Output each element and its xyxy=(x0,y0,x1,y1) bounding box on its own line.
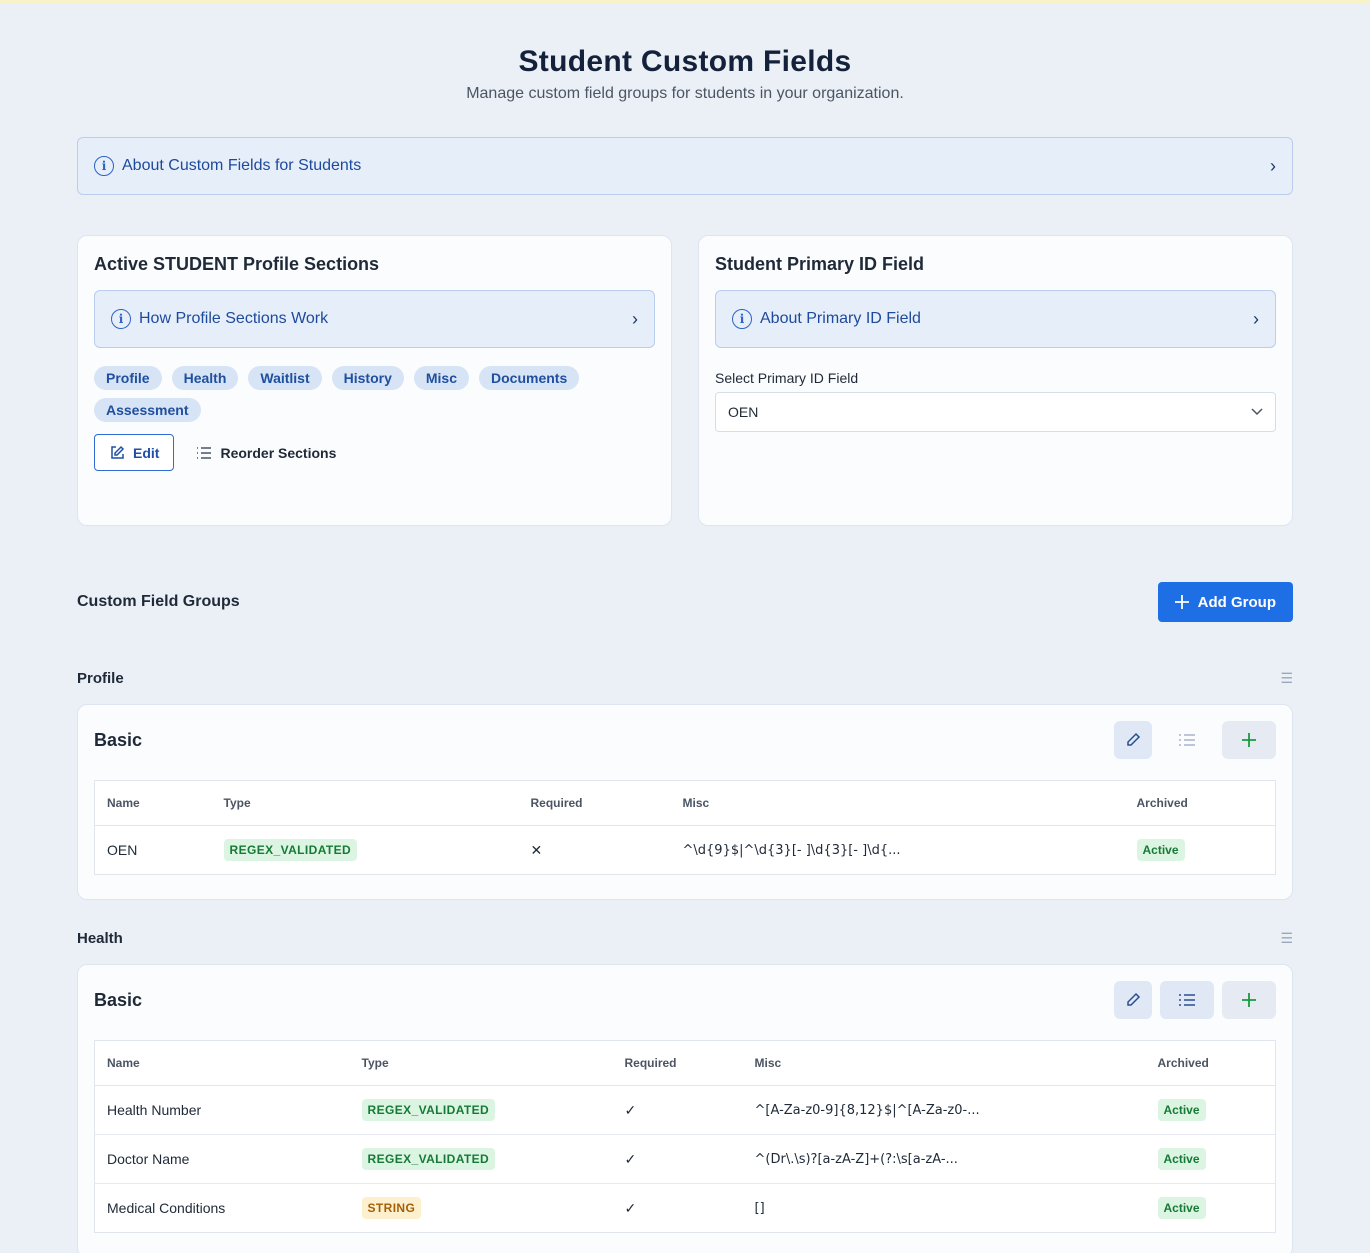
table-row[interactable]: Health Number REGEX_VALIDATED ✓ ^[A-Za-z… xyxy=(94,1085,1276,1135)
group-card-health-basic: Basic Name Type Required Misc Archived H… xyxy=(77,964,1293,1253)
section-pill-assessment[interactable]: Assessment xyxy=(94,398,201,422)
plus-icon xyxy=(1174,595,1189,609)
profile-sections-card: Active STUDENT Profile Sections i How Pr… xyxy=(77,235,672,526)
section-pill-waitlist[interactable]: Waitlist xyxy=(248,366,322,390)
add-field-button[interactable] xyxy=(1222,981,1276,1019)
status-badge: Active xyxy=(1157,1148,1206,1170)
profile-sections-title: Active STUDENT Profile Sections xyxy=(94,254,380,274)
about-custom-fields-bar[interactable]: i About Custom Fields for Students › xyxy=(77,137,1293,195)
edit-sections-button[interactable]: Edit xyxy=(94,434,175,471)
primary-id-select[interactable]: OEN xyxy=(715,392,1276,432)
required-cell: ✕ xyxy=(530,841,543,858)
edit-label: Edit xyxy=(133,444,160,461)
page-subtitle: Manage custom field groups for students … xyxy=(466,85,904,102)
pencil-icon xyxy=(1127,732,1141,746)
field-name: Health Number xyxy=(94,1085,350,1135)
required-cell: ✓ xyxy=(612,1134,743,1184)
group-card-profile-basic: Basic Name Type Required Misc Archived O… xyxy=(77,704,1293,900)
primary-id-select-label: Select Primary ID Field xyxy=(715,370,859,386)
fields-table: Name Type Required Misc Archived Health … xyxy=(94,1040,1276,1233)
group-name: Basic xyxy=(94,989,143,1010)
type-badge: REGEX_VALIDATED xyxy=(361,1099,496,1121)
type-badge: REGEX_VALIDATED xyxy=(223,839,358,861)
col-misc: Misc xyxy=(670,780,1125,826)
col-name: Name xyxy=(94,780,212,826)
pencil-icon xyxy=(1127,992,1141,1006)
plus-icon xyxy=(1242,993,1256,1007)
edit-group-button[interactable] xyxy=(1114,721,1152,759)
about-custom-fields-label: About Custom Fields for Students xyxy=(122,157,362,174)
field-name: Medical Conditions xyxy=(107,1200,226,1216)
chevron-down-icon xyxy=(1251,408,1263,416)
list-icon xyxy=(1179,734,1195,746)
fields-table: Name Type Required Misc Archived OEN REG… xyxy=(94,780,1276,875)
info-icon: i xyxy=(732,309,752,329)
misc-cell: ^\d{9}$|^\d{3}[- ]\d{3}[- ]\d{... xyxy=(682,842,901,858)
custom-field-groups-title: Custom Field Groups xyxy=(77,593,240,610)
chevron-right-icon: › xyxy=(632,308,638,329)
how-profile-sections-label: How Profile Sections Work xyxy=(139,310,329,327)
type-badge: STRING xyxy=(361,1197,422,1219)
col-required: Required xyxy=(518,780,671,826)
required-cell: ✓ xyxy=(624,1199,637,1216)
table-row[interactable]: Medical Conditions STRING ✓ [] Active xyxy=(95,1184,1276,1233)
col-required: Required xyxy=(612,1040,743,1086)
col-misc: Misc xyxy=(742,1040,1146,1086)
page-title: Student Custom Fields xyxy=(518,45,852,78)
status-badge: Active xyxy=(1136,839,1185,861)
primary-id-card: Student Primary ID Field i About Primary… xyxy=(698,235,1293,526)
primary-id-selected-value: OEN xyxy=(728,404,759,420)
reorder-groups-icon[interactable]: ☰ xyxy=(1280,670,1293,687)
reorder-sections-button[interactable]: Reorder Sections xyxy=(196,445,336,461)
list-icon xyxy=(1179,994,1195,1006)
about-primary-id-bar[interactable]: i About Primary ID Field › xyxy=(715,290,1276,348)
misc-cell: [] xyxy=(754,1200,765,1216)
reorder-fields-button[interactable] xyxy=(1160,721,1214,759)
edit-icon xyxy=(111,445,125,459)
table-row[interactable]: Doctor Name REGEX_VALIDATED ✓ ^(Dr\.\s)?… xyxy=(94,1134,1276,1184)
col-type: Type xyxy=(349,1040,613,1086)
reorder-label: Reorder Sections xyxy=(220,444,337,461)
section-pill-history[interactable]: History xyxy=(331,366,404,390)
list-icon xyxy=(197,446,212,459)
section-pill-misc[interactable]: Misc xyxy=(413,366,469,390)
col-archived: Archived xyxy=(1124,780,1276,826)
required-cell: ✓ xyxy=(612,1085,743,1135)
section-pill-documents[interactable]: Documents xyxy=(479,366,580,390)
info-icon: i xyxy=(111,309,131,329)
group-name: Basic xyxy=(94,729,143,750)
chevron-right-icon: › xyxy=(1270,155,1276,176)
status-badge: Active xyxy=(1157,1099,1206,1121)
status-badge: Active xyxy=(1157,1197,1206,1219)
col-type: Type xyxy=(211,780,519,826)
section-title-health: Health xyxy=(77,930,123,947)
add-group-label: Add Group xyxy=(1197,593,1276,611)
field-name: OEN xyxy=(107,842,138,858)
edit-group-button[interactable] xyxy=(1114,981,1152,1019)
type-badge: REGEX_VALIDATED xyxy=(361,1148,496,1170)
col-name: Name xyxy=(94,1040,350,1086)
page: Student Custom Fields Manage custom fiel… xyxy=(77,3,1293,1253)
reorder-groups-icon[interactable]: ☰ xyxy=(1280,930,1293,947)
primary-id-title: Student Primary ID Field xyxy=(715,254,925,274)
how-profile-sections-work-bar[interactable]: i How Profile Sections Work › xyxy=(94,290,655,348)
section-title-profile: Profile xyxy=(77,670,124,687)
reorder-fields-button[interactable] xyxy=(1160,981,1214,1019)
section-pill-health[interactable]: Health xyxy=(171,366,239,390)
add-group-button[interactable]: Add Group xyxy=(1157,582,1293,622)
field-name: Doctor Name xyxy=(94,1134,350,1184)
chevron-right-icon: › xyxy=(1253,308,1259,329)
info-icon: i xyxy=(94,156,114,176)
plus-icon xyxy=(1242,733,1256,747)
add-field-button[interactable] xyxy=(1222,721,1276,759)
misc-cell: ^(Dr\.\s)?[a-zA-Z]+(?:\s[a-zA-... xyxy=(742,1134,1146,1184)
col-archived: Archived xyxy=(1145,1040,1276,1086)
about-primary-id-label: About Primary ID Field xyxy=(760,310,921,327)
section-pill-profile[interactable]: Profile xyxy=(94,366,162,390)
table-row[interactable]: OEN REGEX_VALIDATED ✕ ^\d{9}$|^\d{3}[- ]… xyxy=(95,826,1276,875)
section-pills: Profile Health Waitlist History Misc Doc… xyxy=(94,366,614,422)
misc-cell: ^[A-Za-z0-9]{8,12}$|^[A-Za-z0-... xyxy=(742,1085,1146,1135)
